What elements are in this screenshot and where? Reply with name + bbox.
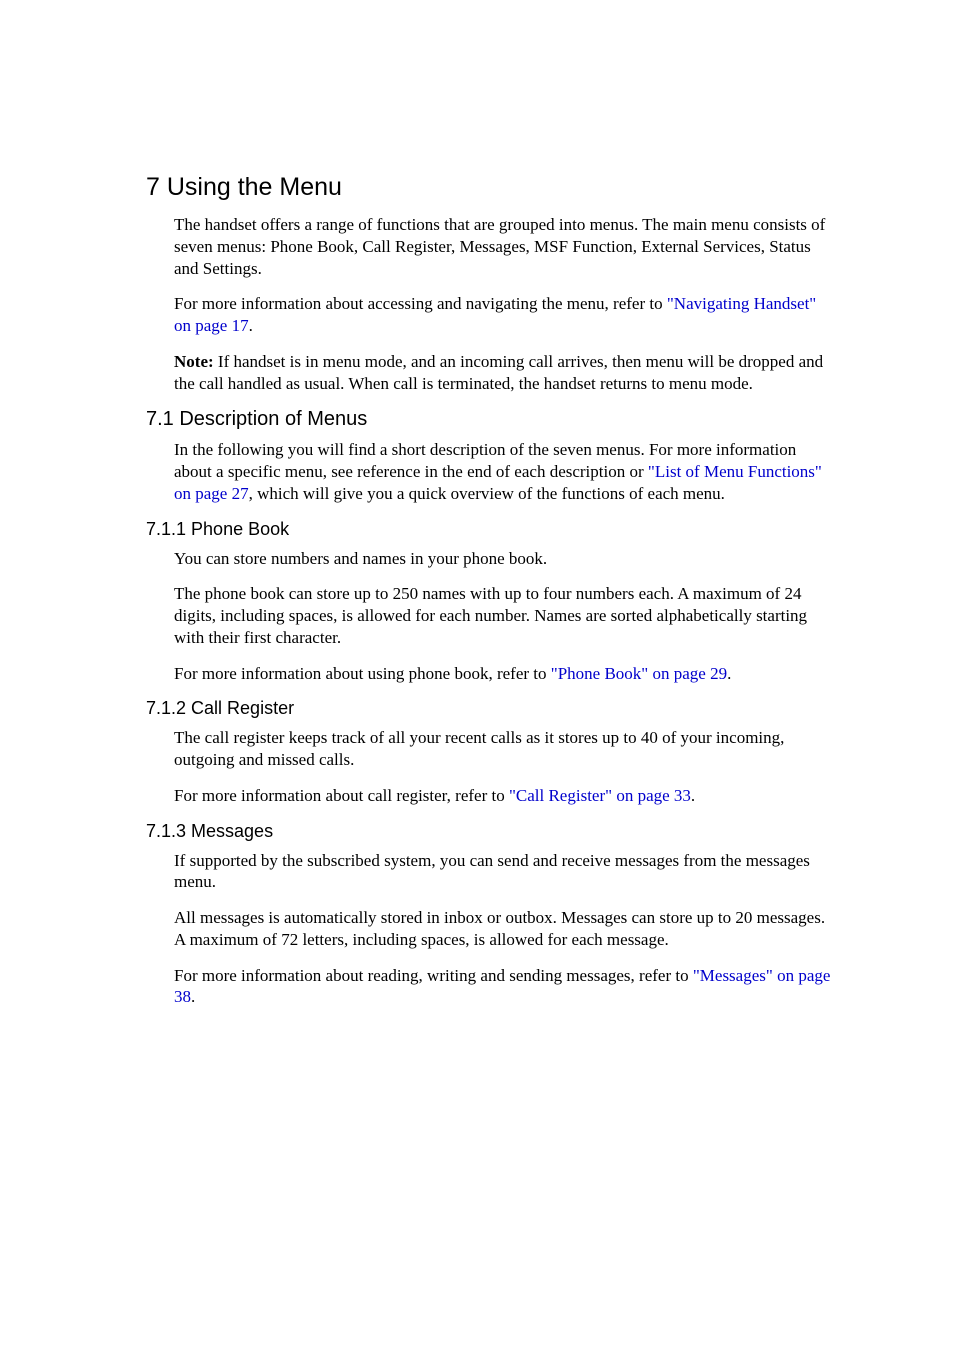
note-label: Note:: [174, 352, 214, 371]
text-fragment: If handset is in menu mode, and an incom…: [174, 352, 823, 393]
paragraph-messages-2: All messages is automatically stored in …: [174, 907, 832, 951]
paragraph-phone-book-1: You can store numbers and names in your …: [174, 548, 832, 570]
paragraph-call-register-1: The call register keeps track of all you…: [174, 727, 832, 771]
text-fragment: For more information about accessing and…: [174, 294, 667, 313]
document-page: 7 Using the Menu The handset offers a ra…: [0, 0, 954, 1008]
text-fragment: , which will give you a quick overview o…: [249, 484, 725, 503]
paragraph-note: Note: If handset is in menu mode, and an…: [174, 351, 832, 395]
text-fragment: .: [727, 664, 731, 683]
heading-messages: 7.1.3 Messages: [146, 821, 832, 842]
paragraph-intro: The handset offers a range of functions …: [174, 214, 832, 279]
text-fragment: .: [191, 987, 195, 1006]
text-fragment: .: [249, 316, 253, 335]
heading-using-the-menu: 7 Using the Menu: [146, 173, 832, 202]
paragraph-menus-intro: In the following you will find a short d…: [174, 439, 832, 504]
heading-description-of-menus: 7.1 Description of Menus: [146, 408, 832, 431]
heading-phone-book: 7.1.1 Phone Book: [146, 519, 832, 540]
text-fragment: For more information about reading, writ…: [174, 966, 693, 985]
paragraph-call-register-ref: For more information about call register…: [174, 785, 832, 807]
paragraph-phone-book-ref: For more information about using phone b…: [174, 663, 832, 685]
text-fragment: For more information about call register…: [174, 786, 509, 805]
link-phone-book[interactable]: "Phone Book" on page 29: [551, 664, 727, 683]
paragraph-messages-1: If supported by the subscribed system, y…: [174, 850, 832, 894]
heading-call-register: 7.1.2 Call Register: [146, 698, 832, 719]
paragraph-navigating-ref: For more information about accessing and…: [174, 293, 832, 337]
link-call-register[interactable]: "Call Register" on page 33: [509, 786, 691, 805]
text-fragment: For more information about using phone b…: [174, 664, 551, 683]
text-fragment: .: [691, 786, 695, 805]
paragraph-phone-book-2: The phone book can store up to 250 names…: [174, 583, 832, 648]
paragraph-messages-ref: For more information about reading, writ…: [174, 965, 832, 1009]
